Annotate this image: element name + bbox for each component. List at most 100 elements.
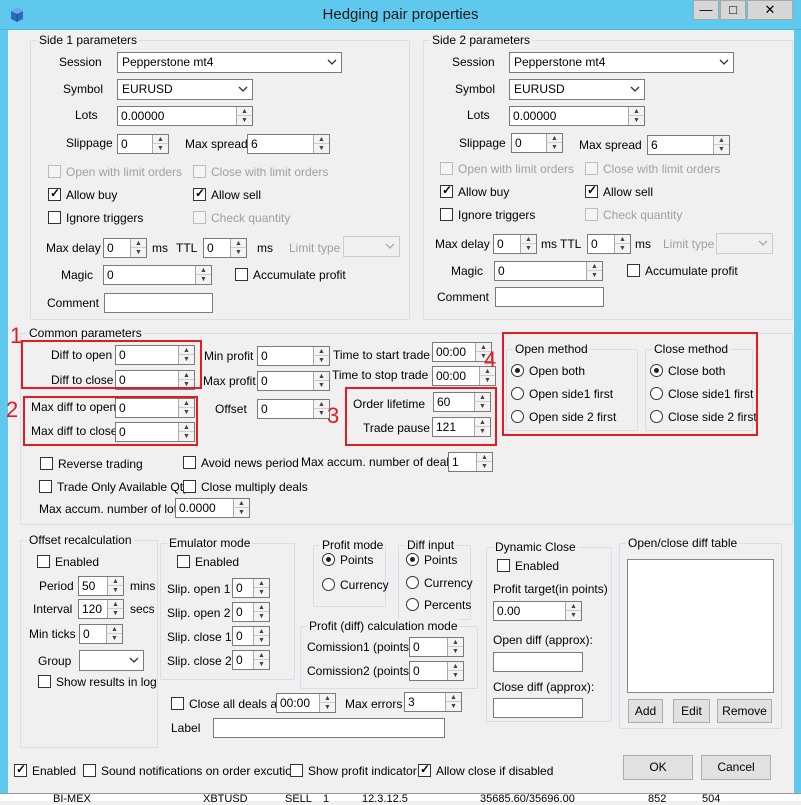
down-arrow-icon[interactable]: ▼	[254, 588, 269, 597]
side1-ttl-stepper[interactable]: 0 ▲ ▼	[203, 238, 247, 258]
up-arrow-icon[interactable]: ▲	[131, 239, 146, 248]
down-arrow-icon[interactable]: ▼	[320, 703, 335, 712]
down-arrow-icon[interactable]: ▼	[153, 144, 168, 153]
label-input[interactable]	[213, 718, 445, 738]
down-arrow-icon[interactable]: ▼	[234, 508, 249, 517]
minimize-button[interactable]: —	[693, 0, 719, 20]
profit-target-stepper[interactable]: 0.00 ▲ ▼	[493, 601, 582, 621]
up-arrow-icon[interactable]: ▲	[587, 262, 602, 271]
side1-max-delay-stepper[interactable]: 0 ▲ ▼	[103, 238, 147, 258]
down-arrow-icon[interactable]: ▼	[237, 116, 252, 125]
down-arrow-icon[interactable]: ▼	[446, 702, 461, 711]
down-arrow-icon[interactable]: ▼	[314, 381, 329, 390]
max-profit-stepper[interactable]: 0 ▲ ▼	[257, 371, 330, 391]
side2-session-select[interactable]: Pepperstone mt4	[509, 52, 734, 73]
up-arrow-icon[interactable]: ▲	[314, 372, 329, 381]
up-arrow-icon[interactable]: ▲	[477, 453, 492, 462]
up-arrow-icon[interactable]: ▲	[566, 602, 581, 611]
down-arrow-icon[interactable]: ▼	[477, 462, 492, 471]
side2-slippage-stepper[interactable]: 0 ▲ ▼	[511, 133, 563, 153]
slip-open2-stepper[interactable]: 0 ▲ ▼	[232, 602, 270, 622]
max-accum-lots-stepper[interactable]: 0.0000 ▲ ▼	[175, 498, 250, 518]
down-arrow-icon[interactable]: ▼	[254, 660, 269, 669]
up-arrow-icon[interactable]: ▲	[254, 603, 269, 612]
down-arrow-icon[interactable]: ▼	[254, 612, 269, 621]
side1-max-spread-stepper[interactable]: 6 ▲ ▼	[247, 134, 330, 154]
up-arrow-icon[interactable]: ▲	[314, 347, 329, 356]
slip-open1-stepper[interactable]: 0 ▲ ▼	[232, 578, 270, 598]
side2-symbol-select[interactable]: EURUSD	[509, 79, 645, 100]
side2-max-delay-stepper[interactable]: 0 ▲ ▼	[493, 234, 537, 254]
down-arrow-icon[interactable]: ▼	[231, 248, 246, 257]
down-arrow-icon[interactable]: ▼	[615, 244, 630, 253]
max-errors-stepper[interactable]: 3 ▲ ▼	[404, 692, 462, 712]
side2-max-spread-stepper[interactable]: 6 ▲ ▼	[647, 135, 730, 155]
edit-button[interactable]: Edit	[673, 699, 710, 723]
side1-symbol-select[interactable]: EURUSD	[117, 79, 253, 100]
side1-limit-type-select[interactable]	[343, 236, 400, 257]
up-arrow-icon[interactable]: ▲	[231, 239, 246, 248]
group-select[interactable]	[79, 650, 144, 671]
down-arrow-icon[interactable]: ▼	[521, 244, 536, 253]
min-profit-stepper[interactable]: 0 ▲ ▼	[257, 346, 330, 366]
down-arrow-icon[interactable]: ▼	[314, 144, 329, 153]
up-arrow-icon[interactable]: ▲	[108, 577, 123, 586]
min-ticks-stepper[interactable]: 0 ▲ ▼	[79, 624, 123, 644]
time-start-picker[interactable]: 00:00 ▲ ▼	[432, 342, 492, 362]
interval-stepper[interactable]: 120 ▲ ▼	[78, 599, 124, 619]
down-arrow-icon[interactable]: ▼	[131, 248, 146, 257]
down-arrow-icon[interactable]: ▼	[448, 671, 463, 680]
cancel-button[interactable]: Cancel	[701, 755, 771, 780]
comission1-stepper[interactable]: 0 ▲ ▼	[409, 637, 464, 657]
side1-magic-stepper[interactable]: 0 ▲ ▼	[103, 265, 212, 285]
up-arrow-icon[interactable]: ▲	[153, 135, 168, 144]
side1-lots-stepper[interactable]: 0.00000 ▲ ▼	[117, 106, 253, 126]
up-arrow-icon[interactable]: ▲	[448, 662, 463, 671]
down-arrow-icon[interactable]: ▼	[254, 636, 269, 645]
up-arrow-icon[interactable]: ▲	[448, 638, 463, 647]
down-arrow-icon[interactable]: ▼	[714, 145, 729, 154]
close-button[interactable]: ✕	[747, 0, 793, 20]
down-arrow-icon[interactable]: ▼	[480, 376, 495, 385]
up-arrow-icon[interactable]: ▲	[237, 107, 252, 116]
close-diff-input[interactable]	[493, 698, 583, 718]
side2-comment-input[interactable]	[495, 287, 604, 307]
maximize-button[interactable]: □	[720, 0, 746, 20]
side2-magic-stepper[interactable]: 0 ▲ ▼	[494, 261, 603, 281]
up-arrow-icon[interactable]: ▲	[521, 235, 536, 244]
side1-comment-input[interactable]	[104, 293, 213, 313]
diff-table-list[interactable]	[627, 559, 774, 693]
up-arrow-icon[interactable]: ▲	[107, 625, 122, 634]
side2-lots-stepper[interactable]: 0.00000 ▲ ▼	[509, 106, 645, 126]
side2-limit-type-select[interactable]	[716, 233, 773, 254]
side1-session-select[interactable]: Pepperstone mt4	[117, 52, 342, 73]
remove-button[interactable]: Remove	[717, 699, 772, 723]
up-arrow-icon[interactable]: ▲	[629, 107, 644, 116]
down-arrow-icon[interactable]: ▼	[314, 356, 329, 365]
up-arrow-icon[interactable]: ▲	[615, 235, 630, 244]
up-arrow-icon[interactable]: ▲	[254, 627, 269, 636]
side1-slippage-stepper[interactable]: 0 ▲ ▼	[117, 134, 169, 154]
down-arrow-icon[interactable]: ▼	[108, 609, 123, 618]
offset-stepper[interactable]: 0 ▲ ▼	[257, 399, 330, 419]
down-arrow-icon[interactable]: ▼	[629, 116, 644, 125]
ok-button[interactable]: OK	[623, 755, 693, 780]
up-arrow-icon[interactable]: ▲	[714, 136, 729, 145]
up-arrow-icon[interactable]: ▲	[108, 600, 123, 609]
down-arrow-icon[interactable]: ▼	[587, 271, 602, 280]
down-arrow-icon[interactable]: ▼	[566, 611, 581, 620]
down-arrow-icon[interactable]: ▼	[107, 634, 122, 643]
up-arrow-icon[interactable]: ▲	[547, 134, 562, 143]
down-arrow-icon[interactable]: ▼	[547, 143, 562, 152]
up-arrow-icon[interactable]: ▲	[446, 693, 461, 702]
add-button[interactable]: Add	[628, 699, 663, 723]
down-arrow-icon[interactable]: ▼	[108, 586, 123, 595]
up-arrow-icon[interactable]: ▲	[234, 499, 249, 508]
slip-close2-stepper[interactable]: 0 ▲ ▼	[232, 650, 270, 670]
down-arrow-icon[interactable]: ▼	[448, 647, 463, 656]
max-accum-deals-stepper[interactable]: 1 ▲ ▼	[448, 452, 493, 472]
up-arrow-icon[interactable]: ▲	[314, 135, 329, 144]
close-all-time-picker[interactable]: 00:00 ▲ ▼	[276, 693, 336, 713]
down-arrow-icon[interactable]: ▼	[196, 275, 211, 284]
side2-ttl-stepper[interactable]: 0 ▲ ▼	[587, 234, 631, 254]
